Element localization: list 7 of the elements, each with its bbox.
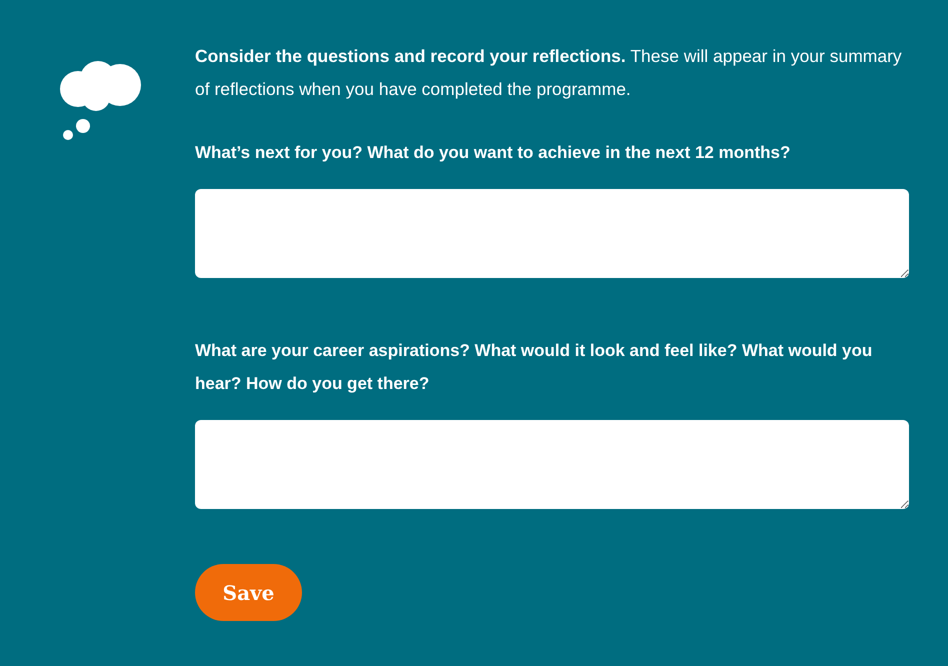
instructions-text: Consider the questions and record your reflections. These will appear in your summary of reflections when you have completed the programme. bbox=[195, 45, 903, 101]
question-label: What are your career aspirations? What would it look and feel like? What would you hear? How do you get there? bbox=[195, 340, 874, 395]
question-label: What’s next for you? What do you want to achieve in the next 12 months? bbox=[195, 142, 790, 164]
answer-box[interactable] bbox=[195, 420, 909, 509]
save-button[interactable]: Save bbox=[195, 564, 302, 621]
answer-box[interactable] bbox=[195, 189, 909, 278]
thought-bubble-icon bbox=[58, 59, 142, 141]
